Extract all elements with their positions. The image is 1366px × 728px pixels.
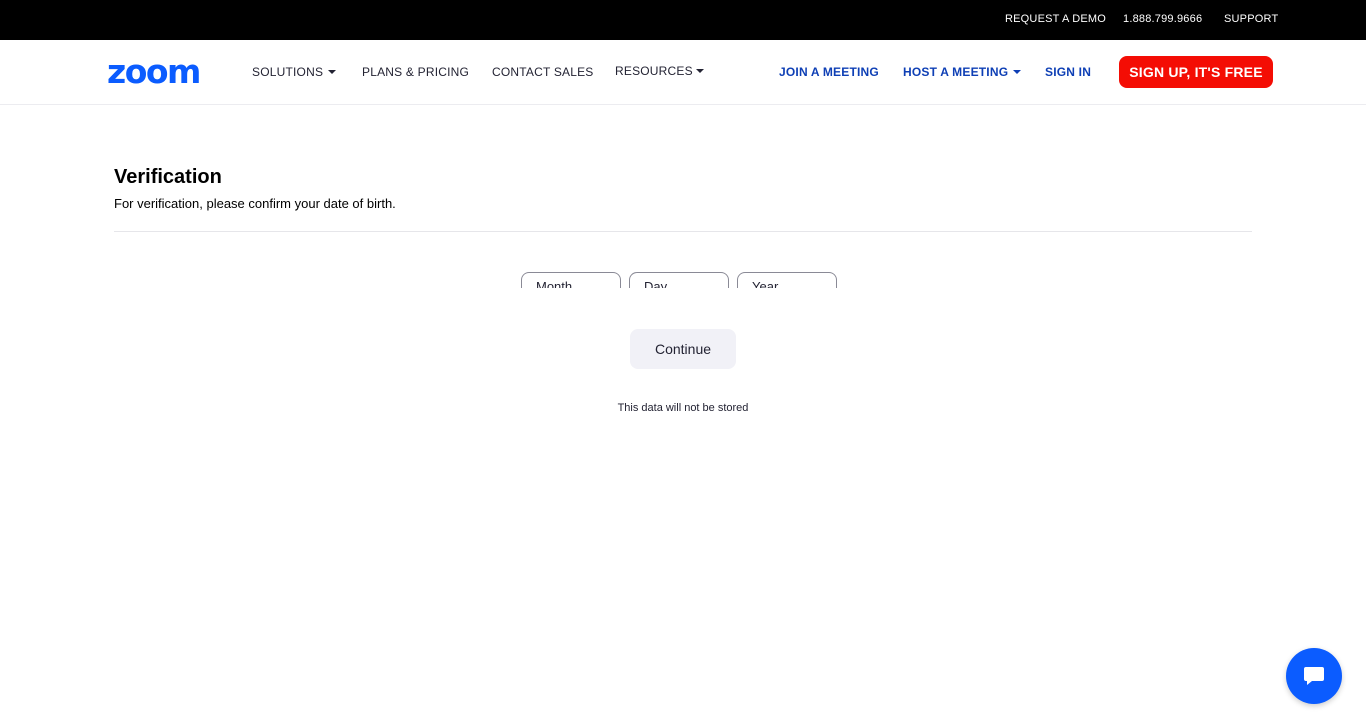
divider: [114, 231, 1252, 232]
top-utility-bar: REQUEST A DEMO 1.888.799.9666 SUPPORT: [0, 0, 1366, 40]
nav-plans-pricing[interactable]: PLANS & PRICING: [362, 65, 469, 79]
chevron-down-icon: ⌄: [752, 283, 759, 288]
nav-solutions-label: SOLUTIONS: [252, 65, 324, 79]
phone-link[interactable]: 1.888.799.9666: [1123, 13, 1202, 25]
chat-button[interactable]: [1286, 648, 1342, 704]
join-meeting-link[interactable]: JOIN A MEETING: [779, 65, 879, 79]
nav-contact-sales[interactable]: CONTACT SALES: [492, 65, 594, 79]
host-meeting-link[interactable]: HOST A MEETING: [903, 65, 1022, 79]
day-select[interactable]: Day ⌄: [629, 272, 729, 288]
year-select[interactable]: Year ⌄: [737, 272, 837, 288]
sign-up-button[interactable]: SIGN UP, IT'S FREE: [1119, 56, 1273, 88]
nav-solutions[interactable]: SOLUTIONS: [252, 65, 337, 79]
caret-down-icon: [328, 70, 337, 74]
main-navigation: zoom SOLUTIONS PLANS & PRICING CONTACT S…: [0, 40, 1366, 105]
chevron-down-icon: ⌄: [536, 283, 543, 288]
support-link[interactable]: SUPPORT: [1224, 13, 1278, 25]
nav-resources-label: RESOURCES: [615, 64, 693, 78]
caret-down-icon: [695, 69, 704, 73]
page-title: Verification: [114, 166, 222, 188]
nav-resources[interactable]: RESOURCES: [615, 64, 704, 78]
privacy-note: This data will not be stored: [617, 402, 749, 414]
zoom-logo[interactable]: zoom: [107, 55, 201, 88]
caret-down-icon: [1013, 70, 1022, 74]
chat-bubble-icon: [1304, 667, 1324, 685]
month-select[interactable]: Month ⌄: [521, 272, 621, 288]
host-meeting-label: HOST A MEETING: [903, 65, 1009, 79]
request-demo-link[interactable]: REQUEST A DEMO: [1005, 13, 1106, 25]
sign-in-link[interactable]: SIGN IN: [1045, 65, 1091, 79]
continue-button[interactable]: Continue: [630, 329, 736, 369]
page-subtitle: For verification, please confirm your da…: [114, 196, 396, 211]
chevron-down-icon: ⌄: [644, 283, 651, 288]
